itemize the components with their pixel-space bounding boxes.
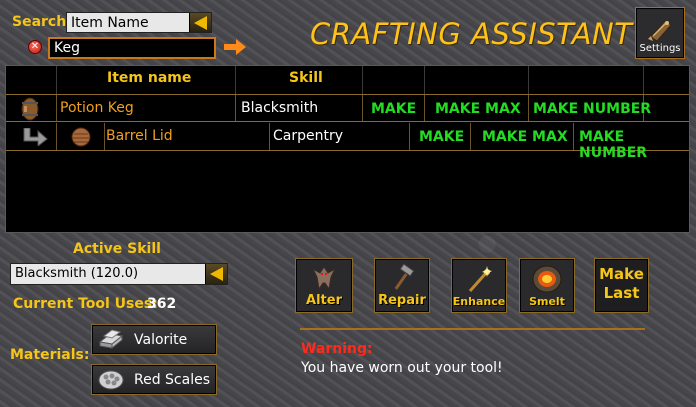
keg-icon: [21, 97, 39, 121]
forge-icon: [532, 265, 562, 293]
search-mode-value: Item Name: [71, 14, 149, 31]
settings-label: Settings: [639, 43, 681, 54]
column-header-skill: Skill: [289, 70, 323, 86]
enhance-button[interactable]: Enhance: [451, 258, 507, 313]
search-mode-select[interactable]: Item Name: [66, 12, 212, 33]
make-button[interactable]: MAKE: [371, 101, 416, 117]
item-skill: Blacksmith: [241, 100, 319, 116]
results-table: Item name Skill Potion Keg Blacksmith MA…: [5, 65, 690, 233]
active-skill-value: Blacksmith (120.0): [15, 266, 139, 281]
warning-title: Warning:: [301, 341, 373, 357]
tool-uses-value: 362: [147, 296, 177, 312]
make-number-button[interactable]: MAKE NUMBER: [579, 129, 689, 161]
column-header-item: Item name: [107, 70, 192, 86]
search-input[interactable]: [48, 37, 216, 59]
enhance-label: Enhance: [452, 295, 506, 308]
item-skill: Carpentry: [273, 128, 344, 144]
barrel-lid-icon: [71, 127, 91, 147]
material-red-scales-button[interactable]: Red Scales: [91, 364, 217, 395]
divider: [300, 328, 645, 330]
make-last-button[interactable]: Make Last: [594, 258, 649, 313]
active-skill-label: Active Skill: [73, 241, 161, 257]
make-max-button[interactable]: MAKE MAX: [482, 129, 568, 145]
alter-button[interactable]: Alter: [295, 258, 353, 313]
warning-message: You have worn out your tool!: [301, 360, 503, 376]
active-skill-select[interactable]: Blacksmith (120.0): [10, 263, 228, 285]
material-name: Valorite: [134, 331, 188, 348]
wand-icon: [468, 266, 492, 292]
settings-scroll-icon: [648, 20, 672, 42]
repair-button[interactable]: Repair: [374, 258, 430, 313]
repair-label: Repair: [378, 293, 426, 308]
sub-item-arrow-icon: [23, 128, 48, 146]
material-valorite-button[interactable]: Valorite: [91, 324, 217, 355]
gargoyle-icon: [311, 266, 337, 291]
hammer-icon: [394, 263, 415, 290]
smelt-button[interactable]: Smelt: [519, 258, 575, 313]
material-name: Red Scales: [134, 371, 211, 388]
make-max-button[interactable]: MAKE MAX: [435, 101, 521, 117]
clear-search-icon[interactable]: ✕: [28, 40, 42, 54]
make-last-line2: Last: [603, 284, 640, 302]
search-go-arrow-icon[interactable]: [222, 37, 248, 57]
item-name[interactable]: Barrel Lid: [106, 128, 173, 144]
ingot-icon: [98, 328, 124, 349]
scales-icon: [98, 370, 124, 389]
make-button[interactable]: MAKE: [419, 129, 464, 145]
page-title: CRAFTING ASSISTANT: [310, 17, 633, 51]
table-row[interactable]: Barrel Lid Carpentry MAKE MAKE MAX MAKE …: [6, 123, 689, 161]
materials-label: Materials:: [10, 347, 90, 363]
table-row[interactable]: Potion Keg Blacksmith MAKE MAKE MAX MAKE…: [6, 94, 689, 122]
smelt-label: Smelt: [529, 295, 565, 308]
dropdown-arrow-icon[interactable]: [189, 13, 211, 32]
alter-label: Alter: [306, 293, 342, 308]
make-last-line1: Make: [599, 265, 644, 283]
tool-uses-label: Current Tool Uses:: [13, 296, 158, 312]
item-name[interactable]: Potion Keg: [60, 100, 134, 116]
make-number-button[interactable]: MAKE NUMBER: [533, 101, 651, 117]
search-label: Search:: [12, 14, 72, 30]
settings-button[interactable]: Settings: [635, 7, 685, 59]
dropdown-arrow-icon[interactable]: [205, 264, 227, 284]
